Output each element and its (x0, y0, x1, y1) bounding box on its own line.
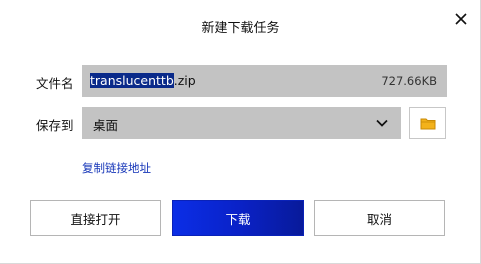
file-size: 727.66KB (381, 74, 437, 88)
filename-value[interactable]: translucenttb.zip (90, 73, 196, 88)
close-button[interactable] (450, 8, 472, 30)
chevron-down-icon (376, 119, 388, 127)
save-location-label: 保存到 (36, 118, 74, 133)
browse-folder-button[interactable] (409, 107, 446, 139)
filename-extension: .zip (173, 73, 196, 88)
download-dialog: 新建下载任务 文件名 translucenttb.zip 727.66KB 保存… (0, 0, 481, 264)
cancel-button[interactable]: 取消 (314, 200, 445, 236)
open-directly-button[interactable]: 直接打开 (30, 200, 161, 236)
filename-field[interactable]: translucenttb.zip 727.66KB (82, 65, 447, 97)
copy-link-address[interactable]: 复制链接地址 (82, 160, 151, 176)
dialog-title: 新建下载任务 (201, 21, 280, 36)
save-location-value: 桌面 (93, 118, 119, 133)
filename-label: 文件名 (36, 76, 74, 91)
download-button[interactable]: 下载 (172, 200, 304, 236)
filename-selected-text: translucenttb (90, 73, 174, 88)
save-location-select[interactable]: 桌面 (82, 107, 401, 139)
folder-icon (420, 118, 435, 129)
close-icon (455, 13, 467, 25)
